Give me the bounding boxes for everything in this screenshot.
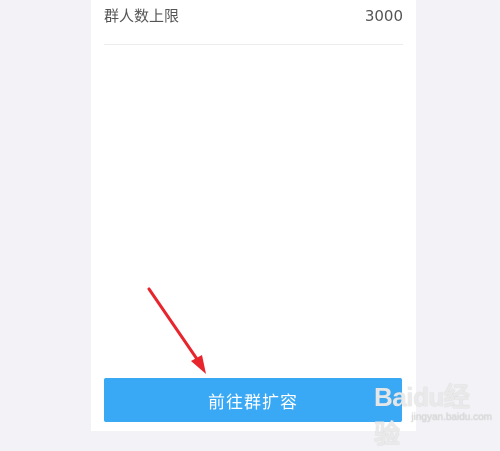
baidu-url: jingyan.baidu.com (411, 412, 492, 423)
group-settings-panel: 群人数上限 3000 (91, 0, 416, 431)
member-limit-row: 群人数上限 3000 (104, 0, 403, 45)
member-limit-label: 群人数上限 (104, 7, 180, 25)
expand-group-button[interactable]: 前往群扩容 (104, 378, 402, 422)
baidu-watermark: Baidu经验 jingyan.baidu.com (374, 377, 492, 449)
member-limit-value: 3000 (364, 7, 403, 25)
